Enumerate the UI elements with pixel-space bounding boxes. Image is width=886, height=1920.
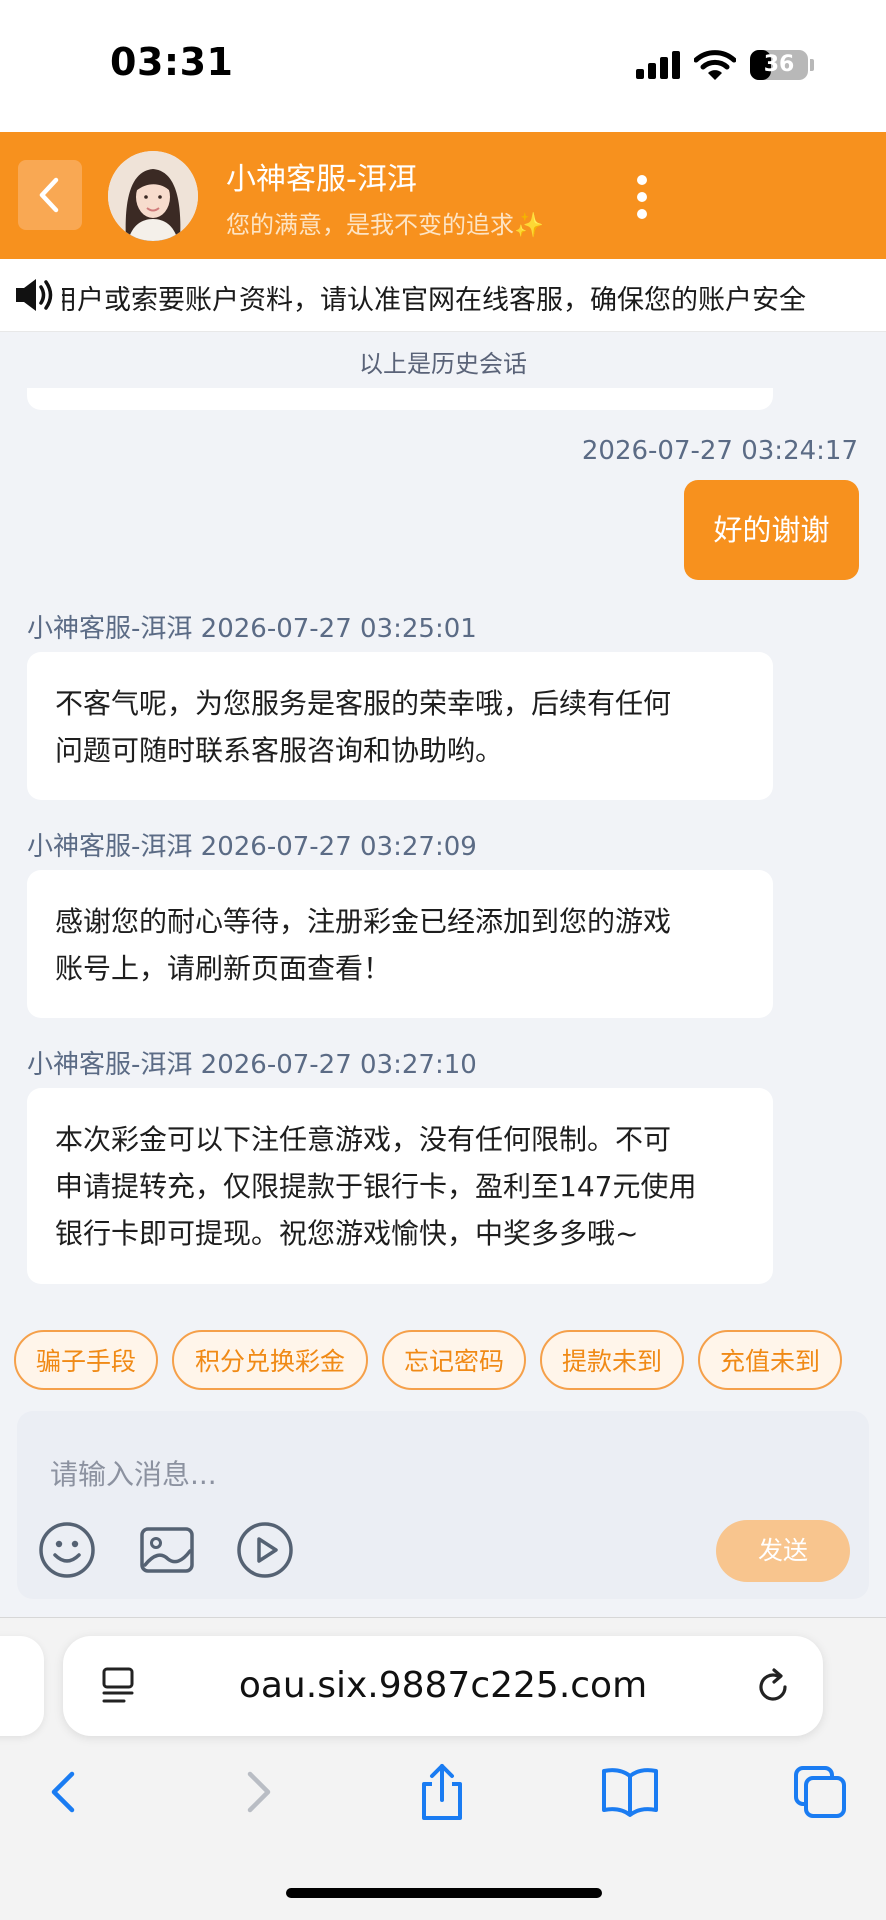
cellular-signal-icon [636, 51, 680, 79]
emoji-icon [39, 1522, 95, 1578]
quick-reply-chip[interactable]: 骗子手段 [14, 1330, 158, 1390]
quick-replies: 骗子手段 积分兑换彩金 忘记密码 提款未到 充值未到 [14, 1330, 886, 1392]
share-icon[interactable] [412, 1762, 472, 1822]
back-arrow-icon [39, 177, 59, 213]
more-button[interactable] [622, 170, 662, 224]
image-icon [140, 1527, 194, 1573]
more-vertical-icon [637, 175, 647, 219]
home-indicator [286, 1888, 602, 1898]
back-icon[interactable] [36, 1762, 96, 1822]
agent-subtitle: 您的满意，是我不变的追求✨ [226, 211, 544, 239]
video-play-icon [237, 1522, 293, 1578]
message-input[interactable]: 请输入消息... [50, 1453, 217, 1493]
message-meta: 2026-07-27 03:24:17 [581, 436, 858, 466]
tabs-icon[interactable] [790, 1762, 850, 1822]
message-line: 银行卡即可提现。祝您游戏愉快，中奖多多哦~ [55, 1217, 639, 1250]
battery-indicator: 36 [750, 50, 808, 80]
quick-reply-chip[interactable]: 充值未到 [698, 1330, 842, 1390]
bookmarks-icon[interactable] [600, 1762, 660, 1822]
previous-tab-edge[interactable] [0, 1636, 44, 1736]
agent-message-bubble: 感谢您的耐心等待，注册彩金已经添加到您的游戏 账号上，请刷新页面查看！ [27, 870, 773, 1018]
agent-name: 小神客服-洱洱 [226, 162, 417, 197]
quick-reply-chip[interactable]: 积分兑换彩金 [172, 1330, 368, 1390]
video-button[interactable] [236, 1521, 294, 1579]
emoji-button[interactable] [38, 1521, 96, 1579]
image-button[interactable] [138, 1521, 196, 1579]
back-button[interactable] [18, 160, 82, 230]
url-text[interactable]: oau.six.9887c225.com [63, 1636, 823, 1736]
message-meta: 小神客服-洱洱 2026-07-27 03:25:01 [27, 614, 477, 644]
quick-reply-chip[interactable]: 提款未到 [540, 1330, 684, 1390]
browser-divider [0, 1617, 886, 1618]
message-meta: 小神客服-洱洱 2026-07-27 03:27:10 [27, 1050, 477, 1080]
notice-text: 用户或索要账户资料，请认准官网在线客服，确保您的账户安全 [50, 285, 806, 316]
quick-reply-chip[interactable]: 忘记密码 [382, 1330, 526, 1390]
history-divider: 以上是历史会话 [359, 350, 527, 378]
user-message-bubble: 好的谢谢 [684, 480, 859, 580]
battery-cap [810, 59, 814, 71]
message-line: 感谢您的耐心等待，注册彩金已经添加到您的游戏 [55, 905, 672, 938]
message-line: 不客气呢，为您服务是客服的荣幸哦，后续有任何 [55, 687, 672, 720]
agent-message-bubble: 本次彩金可以下注任意游戏，没有任何限制。不可 申请提转充，仅限提款于银行卡，盈利… [27, 1088, 773, 1284]
forward-icon[interactable] [226, 1762, 286, 1822]
message-line: 账号上，请刷新页面查看！ [55, 952, 392, 985]
message-line: 本次彩金可以下注任意游戏，没有任何限制。不可 [55, 1123, 672, 1156]
status-time: 03:31 [110, 40, 234, 84]
previous-message-card [27, 388, 773, 410]
message-line: 问题可随时联系客服咨询和协助哟。 [55, 734, 504, 767]
message-line: 申请提转充，仅限提款于银行卡，盈利至147元使用 [55, 1170, 697, 1203]
agent-avatar [108, 151, 198, 241]
agent-message-bubble: 不客气呢，为您服务是客服的荣幸哦，后续有任何 问题可随时联系客服咨询和协助哟。 [27, 652, 773, 800]
send-button[interactable]: 发送 [716, 1520, 850, 1582]
battery-percent: 36 [763, 52, 795, 77]
reload-icon[interactable] [752, 1666, 794, 1708]
message-meta: 小神客服-洱洱 2026-07-27 03:27:09 [27, 832, 477, 862]
speaker-icon [14, 276, 58, 314]
wifi-icon [693, 48, 737, 82]
